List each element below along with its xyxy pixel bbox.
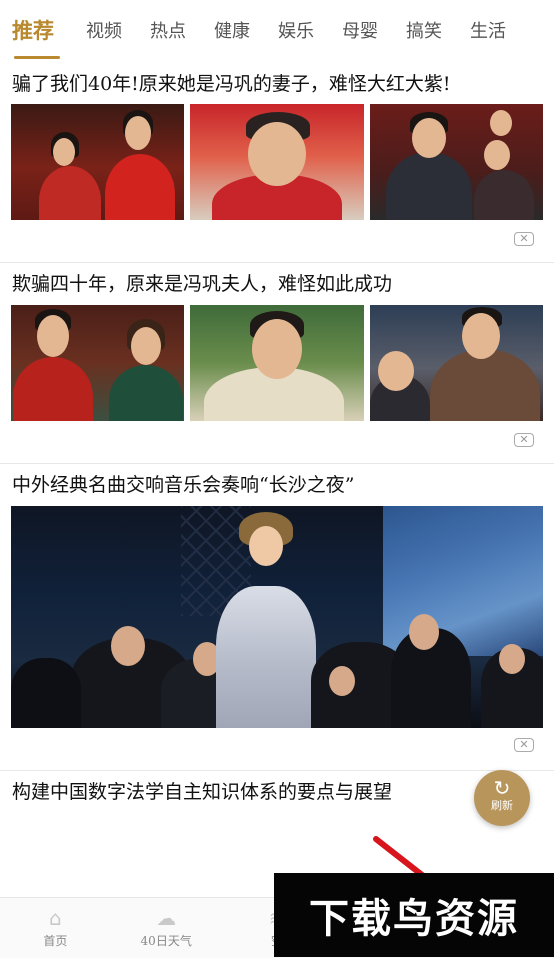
nav-label: 40日天气	[140, 934, 192, 948]
article-title[interactable]: 构建中国数字法学自主知识体系的要点与展望	[12, 779, 464, 805]
news-card-4[interactable]: 构建中国数字法学自主知识体系的要点与展望	[0, 771, 554, 871]
thumbnail-image	[369, 305, 543, 421]
thumbnail-image	[190, 104, 364, 220]
watermark-logo: 下载鸟资源	[274, 873, 554, 957]
category-tabs: 推荐 视频 热点 健康 娱乐 母婴 搞笑 生活	[0, 0, 554, 60]
thumbnail-image	[190, 305, 364, 421]
refresh-label: 刷新	[491, 799, 513, 812]
hero-image	[11, 506, 543, 728]
close-icon[interactable]: ✕	[514, 738, 534, 752]
article-title[interactable]: 中外经典名曲交响音乐会奏响“长沙之夜”	[12, 472, 542, 498]
tab-parenting[interactable]: 母婴	[342, 17, 406, 43]
article-title[interactable]: 欺骗四十年，原来是冯巩夫人，难怪如此成功	[12, 271, 542, 297]
article-title[interactable]: 骗了我们40年!原来她是冯巩的妻子，难怪大红大紫!	[12, 71, 542, 97]
tab-video[interactable]: 视频	[86, 17, 150, 43]
news-card-2[interactable]: 欺骗四十年，原来是冯巩夫人，难怪如此成功 ✕	[0, 263, 554, 463]
tab-life[interactable]: 生活	[470, 17, 534, 43]
nav-weather-40day[interactable]: ☁ 40日天气	[111, 898, 222, 958]
tab-health[interactable]: 健康	[214, 17, 278, 43]
close-icon[interactable]: ✕	[514, 232, 534, 246]
nav-label: 首页	[43, 934, 68, 948]
news-card-3[interactable]: 中外经典名曲交响音乐会奏响“长沙之夜” ✕	[0, 464, 554, 770]
thumbnail-row	[11, 104, 543, 220]
thumbnail-image	[11, 305, 185, 421]
tab-recommend[interactable]: 推荐	[12, 15, 86, 59]
refresh-icon: ↻	[493, 776, 511, 800]
close-icon[interactable]: ✕	[514, 433, 534, 447]
thumbnail-image	[369, 104, 543, 220]
news-card-1[interactable]: 骗了我们40年!原来她是冯巩的妻子，难怪大红大紫! ✕	[0, 66, 554, 262]
home-icon: ⌂	[49, 906, 62, 930]
tab-hot[interactable]: 热点	[150, 17, 214, 43]
nav-home[interactable]: ⌂ 首页	[0, 898, 111, 958]
thumbnail-row	[11, 305, 543, 421]
thumbnail-image	[11, 104, 185, 220]
refresh-button[interactable]: ↻ 刷新	[474, 770, 530, 826]
tab-funny[interactable]: 搞笑	[406, 17, 470, 43]
cloud-icon: ☁	[156, 906, 177, 930]
tab-entertainment[interactable]: 娱乐	[278, 17, 342, 43]
